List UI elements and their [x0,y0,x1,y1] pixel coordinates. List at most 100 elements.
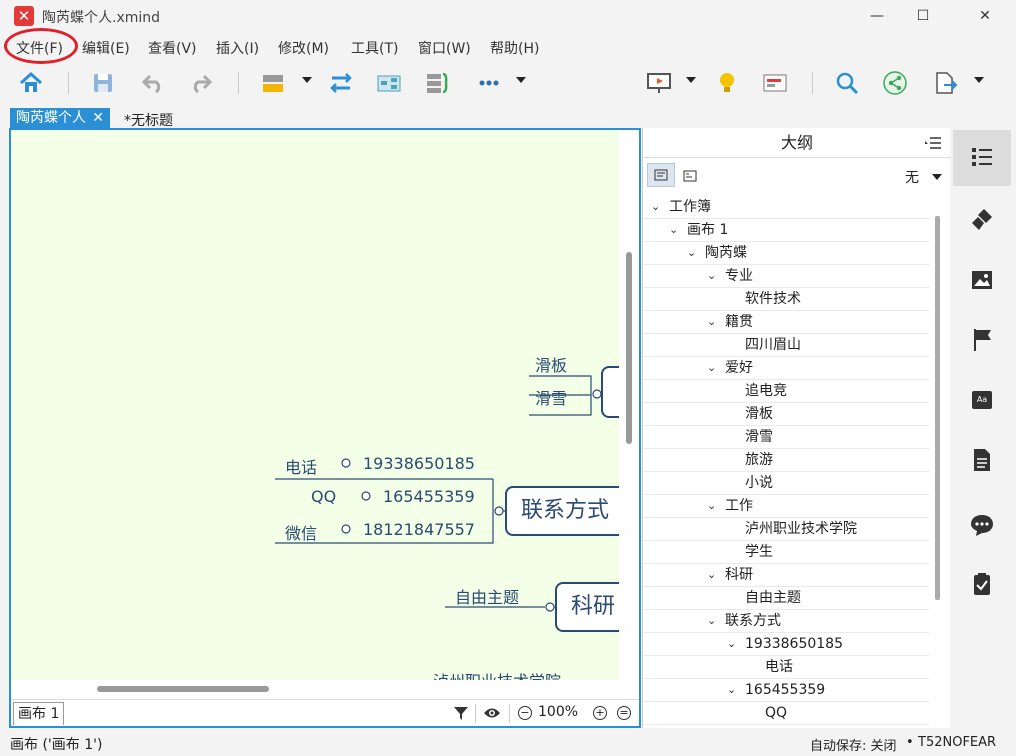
mm-contact-value-phone[interactable]: 19338650185 [363,454,475,473]
menu-insert[interactable]: 插入(I) [216,38,259,58]
outline-tree-row[interactable]: ⌄ 陶芮蝶 [643,242,929,265]
mm-subtopic-free[interactable]: 自由主题 [455,584,519,608]
marker-panel-button[interactable] [953,314,1011,370]
outline-tree-row[interactable]: ⌄ 工作 [643,495,929,518]
mm-contact-value-qq[interactable]: 165455359 [383,487,475,506]
outline-tree-row[interactable]: 软件技术 [643,288,929,311]
export-icon[interactable] [932,70,958,96]
mm-contact-label-phone[interactable]: 电话 [285,454,317,478]
outline-tree-row[interactable]: ⌄ 爱好 [643,357,929,380]
panel-menu-icon[interactable] [925,137,941,149]
chevron-down-icon[interactable] [932,174,942,180]
outline-tree-view-icon[interactable] [683,170,697,182]
presentation-dropdown-icon[interactable] [686,77,696,83]
redo-icon[interactable] [188,70,214,96]
chevron-down-icon[interactable]: ⌄ [727,633,736,655]
chevron-down-icon[interactable]: ⌄ [707,311,716,333]
mm-subtopic-skateboard[interactable]: 滑板 [535,352,567,376]
tab-close-icon[interactable]: ✕ [92,108,104,129]
outline-tree-row[interactable]: 滑雪 [643,426,929,449]
mm-subtopic-ski[interactable]: 滑雪 [535,385,567,409]
menu-edit[interactable]: 编辑(E) [82,38,130,58]
mm-topic-research[interactable]: 科研 [555,582,619,632]
outline-view-selected[interactable] [647,163,675,187]
undo-icon[interactable] [140,70,166,96]
structure-icon[interactable] [376,70,402,96]
outline-tree-row[interactable]: ⌄ 专业 [643,265,929,288]
gantt-icon[interactable] [762,70,788,96]
status-autosave[interactable]: 自动保存: 关闭 [810,735,897,754]
outline-filter-value[interactable]: 无 [905,167,919,187]
mm-topic-hobby-partial[interactable] [601,366,619,418]
menu-window[interactable]: 窗口(W) [418,38,471,58]
topic-style-icon[interactable] [260,70,286,96]
chevron-down-icon[interactable]: ⌄ [669,219,678,241]
outline-tree-row[interactable]: 旅游 [643,449,929,472]
search-icon[interactable] [834,70,860,96]
outline-tree-row[interactable]: ⌄ 联系方式 [643,610,929,633]
zoom-in-icon[interactable]: + [593,706,607,720]
outline-tree-row[interactable]: 学生 [643,541,929,564]
outline-tree-row[interactable]: ⌄ 工作簿 [643,196,929,219]
scroll-thumb[interactable] [626,252,632,444]
scroll-thumb[interactable] [97,686,269,692]
mm-contact-label-qq[interactable]: QQ [311,487,336,506]
outline-tree-row[interactable]: QQ [643,702,929,725]
topic-style-dropdown-icon[interactable] [302,77,312,83]
presentation-icon[interactable] [646,70,672,96]
notes-panel-button[interactable] [953,434,1011,490]
filter-icon[interactable] [453,705,469,721]
outline-tree-row[interactable]: 泸州职业技术学院 [643,518,929,541]
canvas-vertical-scrollbar[interactable] [620,130,639,680]
boundary-icon[interactable] [424,70,450,96]
outline-tree-row[interactable]: ⌄ 籍贯 [643,311,929,334]
menu-tools[interactable]: 工具(T) [351,38,398,58]
outline-tree-row[interactable]: ⌄ 科研 [643,564,929,587]
export-dropdown-icon[interactable] [974,77,984,83]
chevron-down-icon[interactable]: ⌄ [707,495,716,517]
menu-modify[interactable]: 修改(M) [278,38,329,58]
outline-tree-row[interactable]: ⌄ 画布 1 [643,219,929,242]
chevron-down-icon[interactable]: ⌄ [687,242,696,264]
image-panel-button[interactable] [953,254,1011,310]
outline-tree-row[interactable]: ⌄ 19338650185 [643,633,929,656]
outline-tree-row[interactable]: 自由主题 [643,587,929,610]
relationship-icon[interactable] [328,70,354,96]
task-panel-button[interactable] [953,558,1011,614]
chevron-down-icon[interactable]: ⌄ [651,196,660,218]
outline-tree-row[interactable]: 四川眉山 [643,334,929,357]
outline-tree-row[interactable]: 小说 [643,472,929,495]
format-panel-button[interactable] [953,194,1011,250]
outline-panel-button[interactable] [953,130,1011,186]
outline-scrollbar[interactable] [935,216,940,600]
outline-tree-row[interactable]: ⌄ 165455359 [643,679,929,702]
tab-untitled[interactable]: *无标题 [124,110,173,130]
eye-icon[interactable] [483,706,501,720]
share-icon[interactable] [882,70,908,96]
mm-topic-contact[interactable]: 联系方式 [505,486,619,536]
idea-icon[interactable] [714,70,740,96]
chevron-down-icon[interactable]: ⌄ [707,265,716,287]
chevron-down-icon[interactable]: ⌄ [707,357,716,379]
outline-tree-row[interactable]: 电话 [643,656,929,679]
zoom-fit-icon[interactable]: = [617,706,631,720]
zoom-out-icon[interactable]: − [518,706,532,720]
chevron-down-icon[interactable]: ⌄ [727,679,736,701]
mm-contact-value-wechat[interactable]: 18121847557 [363,520,475,539]
mindmap-canvas[interactable]: 滑板 滑雪 电话 19338650185 QQ 165455359 微信 181… [11,130,619,680]
mm-subtopic-partial[interactable]: 泸州职业技术学院 [433,668,561,680]
canvas-horizontal-scrollbar[interactable] [11,680,619,698]
outline-tree-row[interactable]: 追电竞 [643,380,929,403]
status-user[interactable]: T52NOFEAR [918,735,996,750]
text-style-panel-button[interactable]: Aa [953,374,1011,430]
menu-view[interactable]: 查看(V) [148,38,197,58]
maximize-button[interactable]: ☐ [900,0,946,32]
home-icon[interactable] [18,70,44,96]
tab-active-document[interactable]: 陶芮蝶个人 ✕ [10,108,110,129]
minimize-button[interactable]: — [854,0,900,32]
menu-help[interactable]: 帮助(H) [490,38,539,58]
more-dropdown-icon[interactable] [516,77,526,83]
chevron-down-icon[interactable]: ⌄ [707,610,716,632]
mm-contact-label-wechat[interactable]: 微信 [285,520,317,544]
sheet-tab[interactable]: 画布 1 [13,702,65,725]
